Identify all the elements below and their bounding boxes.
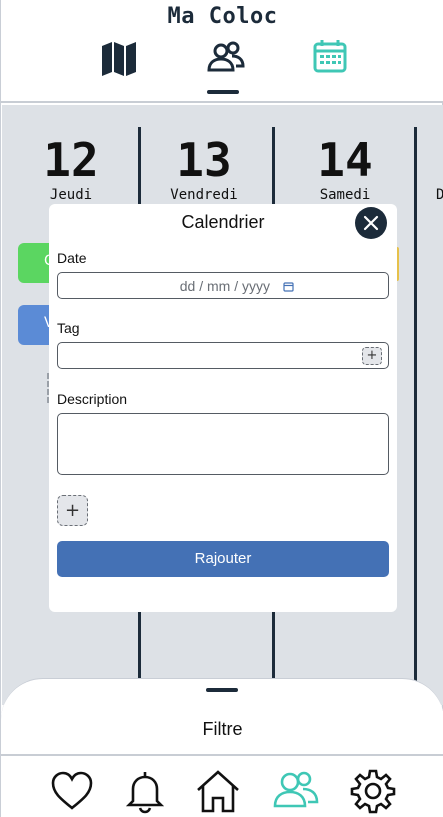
day-name: Jeudi — [49, 187, 93, 203]
add-button[interactable]: + — [57, 495, 88, 526]
sheet-handle[interactable] — [206, 688, 238, 692]
date-placeholder: dd / mm / yyyy — [179, 278, 270, 294]
app-title: Ma Coloc — [167, 4, 278, 29]
calendar-icon[interactable] — [312, 38, 352, 78]
tag-field[interactable]: + — [57, 342, 389, 369]
day-name: Vendredi — [170, 187, 238, 203]
bottom-nav — [1, 754, 443, 817]
active-tab-indicator — [207, 90, 239, 94]
description-field[interactable] — [57, 413, 389, 475]
day-number: 14 — [317, 133, 373, 187]
tag-label: Tag — [57, 320, 80, 336]
heart-icon[interactable] — [49, 768, 95, 814]
filter-label: Filtre — [202, 719, 243, 739]
description-label: Description — [57, 391, 128, 407]
close-icon — [363, 215, 379, 231]
submit-button[interactable]: Rajouter — [57, 541, 389, 577]
users-icon[interactable] — [206, 38, 246, 78]
day-column[interactable]: D — [426, 105, 443, 705]
bell-icon[interactable] — [122, 768, 168, 814]
date-label: Date — [57, 250, 87, 266]
day-number: 13 — [176, 133, 232, 187]
day-divider — [414, 127, 417, 705]
day-number: 12 — [43, 133, 99, 187]
day-name: D — [436, 187, 443, 203]
map-icon[interactable] — [99, 38, 139, 78]
close-button[interactable] — [355, 207, 387, 239]
calendar-picker-icon[interactable] — [283, 281, 294, 292]
home-icon[interactable] — [195, 768, 241, 814]
calendar-modal: Calendrier Date dd / mm / yyyy Tag + Des… — [49, 204, 397, 612]
app-frame: Ma Coloc 12 Jeudi 13 Vendredi 14 Samedi … — [0, 0, 443, 817]
add-tag-button[interactable]: + — [362, 347, 382, 365]
date-field[interactable]: dd / mm / yyyy — [57, 272, 389, 299]
filter-sheet[interactable]: Filtre — [1, 678, 443, 754]
day-name: Samedi — [319, 187, 371, 203]
users-icon[interactable] — [272, 768, 319, 814]
top-header: Ma Coloc — [1, 0, 443, 103]
gear-icon[interactable] — [350, 768, 396, 814]
modal-title: Calendrier — [181, 212, 265, 232]
